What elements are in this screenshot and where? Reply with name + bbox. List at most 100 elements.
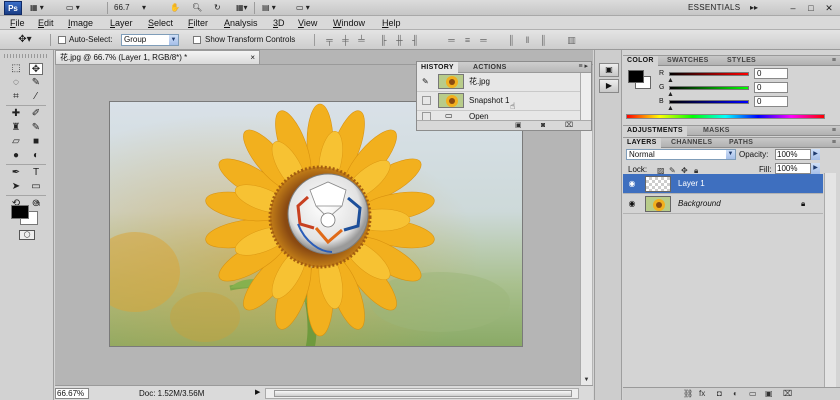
- clone-stamp-tool-icon[interactable]: ♜: [9, 122, 23, 134]
- menu-layer[interactable]: Layer: [110, 17, 133, 29]
- crop-tool-icon[interactable]: ⌗: [9, 91, 23, 103]
- mini-bridge-button[interactable]: ▭ ▾: [66, 2, 90, 14]
- document-tab[interactable]: 花.jpg @ 66.7% (Layer 1, RGB/8*) * ×: [55, 50, 260, 64]
- tab-history[interactable]: HISTORY: [417, 62, 458, 73]
- type-tool-icon[interactable]: T: [29, 167, 43, 179]
- tab-actions[interactable]: ACTIONS: [469, 62, 511, 73]
- layers-scrollbar[interactable]: [824, 173, 836, 387]
- group-icon[interactable]: ▭: [749, 389, 757, 399]
- close-icon[interactable]: ×: [250, 51, 255, 64]
- green-slider[interactable]: [669, 86, 749, 90]
- distribute-right-icon[interactable]: ║: [538, 35, 549, 45]
- close-icon[interactable]: ✕: [822, 2, 836, 14]
- auto-select-checkbox[interactable]: [58, 36, 66, 44]
- hand-tool-icon[interactable]: ✋: [170, 2, 182, 14]
- workspace-dropdown-icon[interactable]: ▸▸: [750, 2, 758, 14]
- arrange-documents-icon[interactable]: ▤ ▾: [262, 2, 280, 14]
- menu-edit[interactable]: Edit: [38, 17, 54, 29]
- green-value-field[interactable]: 0: [754, 82, 788, 93]
- layer-row-layer-1[interactable]: ◉ Layer 1: [623, 174, 823, 194]
- fill-field[interactable]: 100%: [775, 163, 811, 174]
- new-layer-icon[interactable]: ▣: [765, 389, 773, 399]
- menu-window[interactable]: Window: [333, 17, 365, 29]
- menu-analysis[interactable]: Analysis: [224, 17, 258, 29]
- align-vcenter-icon[interactable]: ╪: [340, 35, 351, 45]
- quick-selection-tool-icon[interactable]: ✎: [29, 77, 43, 89]
- tab-color[interactable]: COLOR: [623, 56, 658, 66]
- workspace-switcher[interactable]: ESSENTIALS: [688, 2, 740, 14]
- dodge-tool-icon[interactable]: ◐: [29, 150, 43, 162]
- menu-help[interactable]: Help: [382, 17, 401, 29]
- align-hcenter-icon[interactable]: ╫: [394, 35, 405, 45]
- panel-menu-icon[interactable]: ≡: [832, 126, 836, 135]
- rotate-view-icon[interactable]: ↻: [214, 2, 226, 14]
- panel-grip[interactable]: [4, 54, 48, 58]
- slider-knob-icon[interactable]: ▲: [667, 77, 674, 84]
- align-right-icon[interactable]: ╢: [410, 35, 421, 45]
- minimize-icon[interactable]: –: [786, 2, 800, 14]
- menu-view[interactable]: View: [298, 17, 317, 29]
- history-dock-icon[interactable]: ▣: [599, 63, 619, 77]
- move-tool-icon[interactable]: ✥: [29, 63, 43, 75]
- adjustment-icon[interactable]: ◐: [733, 389, 738, 399]
- trash-icon[interactable]: ⌧: [565, 121, 573, 131]
- eye-icon[interactable]: ◉: [626, 179, 638, 189]
- scroll-down-icon[interactable]: ▼: [581, 375, 592, 385]
- eyedropper-tool-icon[interactable]: ⁄: [29, 91, 43, 103]
- panel-menu-icon[interactable]: ≡: [832, 56, 836, 65]
- mask-icon[interactable]: ◘: [717, 389, 722, 399]
- zoom-percent-field[interactable]: 66.67%: [55, 388, 89, 399]
- fx-icon[interactable]: fx: [699, 389, 705, 399]
- distribute-bottom-icon[interactable]: ═: [478, 35, 489, 45]
- zoom-tool-icon[interactable]: 🔍︎: [192, 2, 204, 14]
- menu-3d[interactable]: 3D: [273, 17, 285, 29]
- healing-brush-tool-icon[interactable]: ✚: [9, 108, 23, 120]
- tab-paths[interactable]: PATHS: [725, 138, 757, 148]
- eraser-tool-icon[interactable]: ▱: [9, 136, 23, 148]
- menu-filter[interactable]: Filter: [188, 17, 208, 29]
- auto-align-icon[interactable]: ▥: [566, 35, 577, 45]
- actions-dock-icon[interactable]: ▶: [599, 79, 619, 93]
- zoom-level-display[interactable]: 66.7: [114, 2, 130, 14]
- red-value-field[interactable]: 0: [754, 68, 788, 79]
- screen-mode-dropdown-icon[interactable]: ▭ ▾: [296, 2, 314, 14]
- image-canvas[interactable]: [109, 101, 523, 347]
- menu-select[interactable]: Select: [148, 17, 173, 29]
- history-snapshot-row[interactable]: Snapshot 1 ☝: [417, 92, 581, 111]
- history-brush-source-checkbox[interactable]: [422, 96, 431, 105]
- tab-adjustments[interactable]: ADJUSTMENTS: [623, 126, 687, 136]
- history-scrollbar[interactable]: [580, 73, 591, 121]
- fill-slider-icon[interactable]: ▶: [811, 163, 820, 174]
- foreground-color-swatch[interactable]: [628, 70, 644, 83]
- eye-icon[interactable]: ◉: [626, 199, 638, 209]
- tab-masks[interactable]: MASKS: [699, 126, 734, 136]
- zoom-dropdown-icon[interactable]: ▾: [142, 2, 150, 14]
- brush-tool-icon[interactable]: ✐: [29, 108, 43, 120]
- distribute-vcenter-icon[interactable]: ≡: [462, 35, 473, 45]
- link-icon[interactable]: ⛓: [683, 389, 693, 399]
- distribute-top-icon[interactable]: ═: [446, 35, 457, 45]
- distribute-left-icon[interactable]: ║: [506, 35, 517, 45]
- camera-icon[interactable]: ◙: [541, 121, 545, 131]
- marquee-tool-icon[interactable]: ⬚: [9, 63, 23, 75]
- blue-value-field[interactable]: 0: [754, 96, 788, 107]
- status-menu-icon[interactable]: ▶: [255, 388, 260, 396]
- color-spectrum-ramp[interactable]: [626, 114, 825, 119]
- screen-mode-icon[interactable]: ▦▾: [236, 2, 250, 14]
- blue-slider[interactable]: [669, 100, 749, 104]
- show-transform-checkbox[interactable]: [193, 36, 201, 44]
- red-slider[interactable]: [669, 72, 749, 76]
- tab-layers[interactable]: LAYERS: [623, 138, 661, 148]
- lasso-tool-icon[interactable]: ◌: [9, 77, 23, 89]
- slider-knob-icon[interactable]: ▲: [667, 105, 674, 112]
- opacity-field[interactable]: 100%: [775, 149, 811, 160]
- history-brush-source-icon[interactable]: ✎: [422, 77, 431, 86]
- menu-image[interactable]: Image: [68, 17, 93, 29]
- slider-knob-icon[interactable]: ▲: [667, 91, 674, 98]
- history-snapshot-row[interactable]: ✎ 花.jpg: [417, 73, 581, 92]
- align-top-icon[interactable]: ╤: [324, 35, 335, 45]
- move-tool-preset-icon[interactable]: ✥▾: [14, 34, 36, 46]
- panel-menu-icon[interactable]: ≡: [832, 138, 836, 147]
- trash-icon[interactable]: ⌧: [783, 389, 792, 399]
- tab-styles[interactable]: STYLES: [723, 56, 760, 66]
